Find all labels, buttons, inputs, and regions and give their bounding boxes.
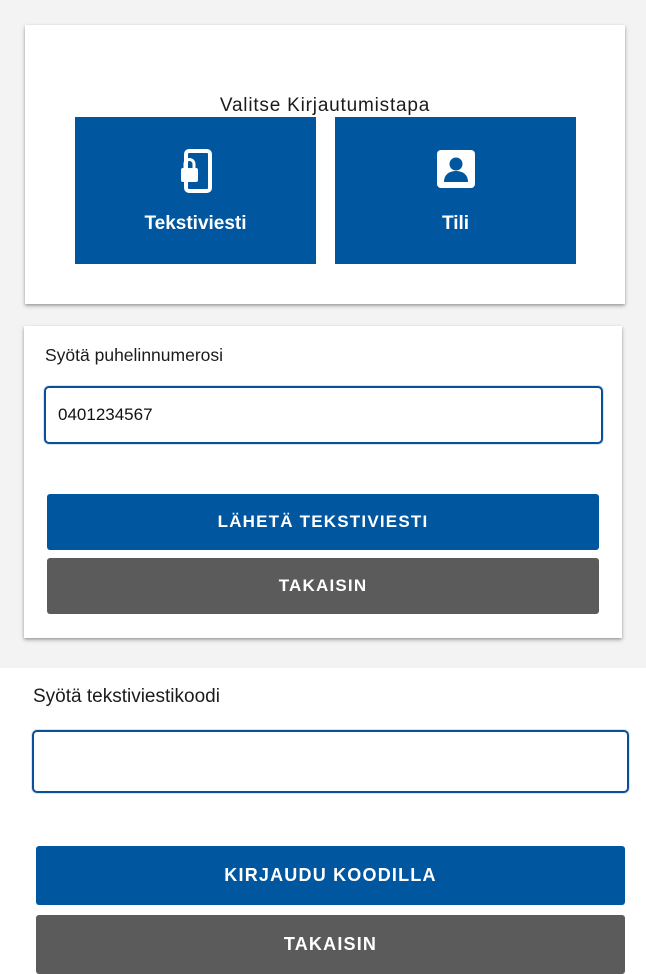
sms-login-tile[interactable]: Tekstiviesti — [75, 117, 316, 264]
phone-number-input[interactable] — [44, 386, 603, 444]
phone-number-card: Syötä puhelinnumerosi LÄHETÄ TEKSTIVIEST… — [24, 326, 622, 638]
send-sms-button[interactable]: LÄHETÄ TEKSTIVIESTI — [47, 494, 599, 550]
phone-back-button[interactable]: TAKAISIN — [47, 558, 599, 614]
sms-login-label: Tekstiviesti — [144, 213, 247, 234]
sms-code-input[interactable] — [32, 730, 629, 793]
code-back-button[interactable]: TAKAISIN — [36, 915, 625, 974]
login-method-card: Valitse Kirjautumistapa Tekstiviesti Til… — [25, 25, 625, 304]
account-login-tile[interactable]: Tili — [335, 117, 576, 264]
login-method-title: Valitse Kirjautumistapa — [219, 95, 431, 116]
login-with-code-button[interactable]: KIRJAUDU KOODILLA — [36, 846, 625, 905]
sms-code-label: Syötä tekstiviestikoodi — [33, 686, 220, 707]
account-login-label: Tili — [441, 213, 470, 234]
account-icon — [436, 149, 476, 194]
phone-number-label: Syötä puhelinnumerosi — [45, 345, 224, 365]
phone-lock-icon — [179, 149, 213, 200]
